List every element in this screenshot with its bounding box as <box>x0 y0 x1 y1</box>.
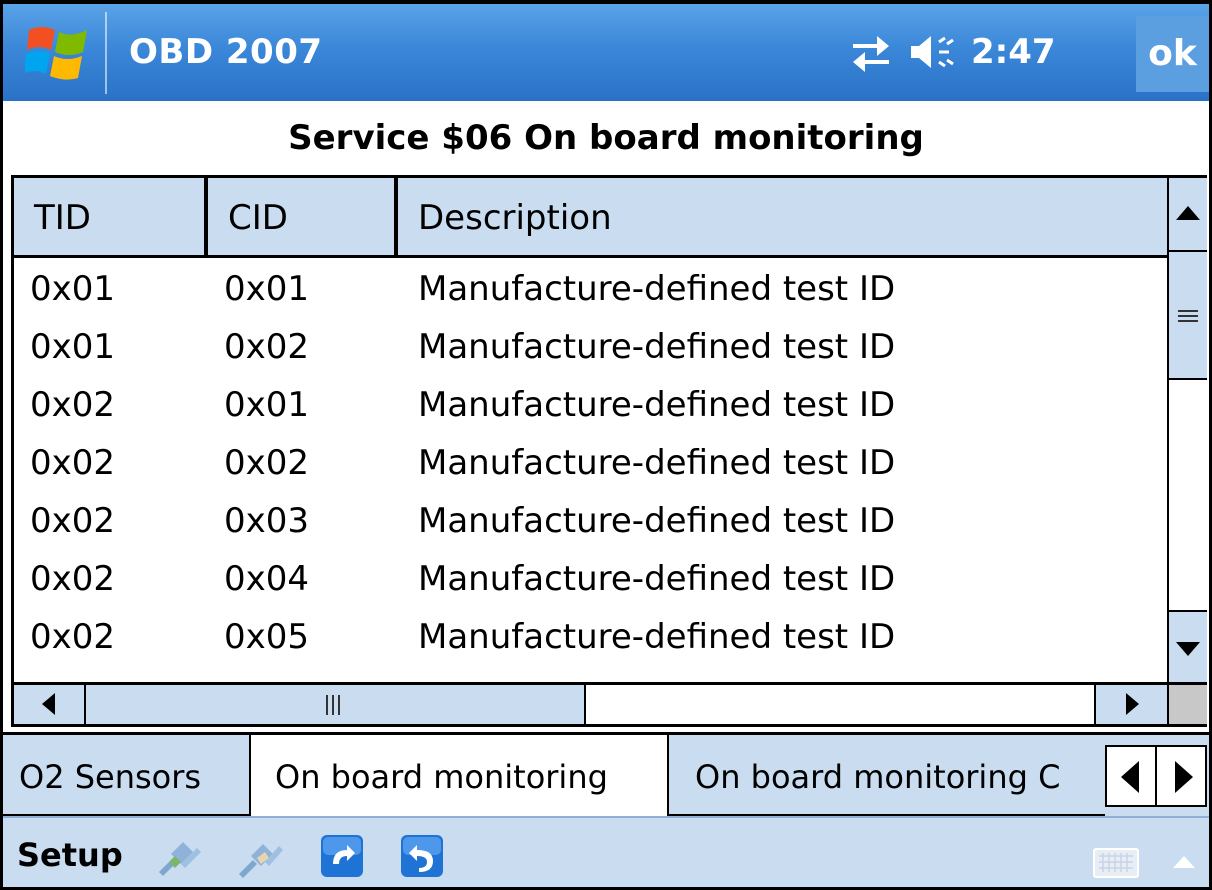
tab-strip: O2 Sensors On board monitoring On board … <box>3 732 1209 816</box>
scroll-right-button[interactable] <box>1094 685 1167 724</box>
table-row[interactable]: 0x02 0x03 Manufacture-defined test ID <box>14 492 1167 550</box>
disconnect-icon[interactable] <box>235 832 285 880</box>
vertical-scrollbar[interactable] <box>1167 178 1207 682</box>
cell-tid: 0x02 <box>30 559 116 599</box>
cell-tid: 0x01 <box>30 269 116 309</box>
cell-cid: 0x02 <box>224 327 310 367</box>
column-header-cid[interactable]: CID <box>208 178 398 255</box>
cell-cid: 0x02 <box>224 443 310 483</box>
cell-description: Manufacture-defined test ID <box>418 385 896 425</box>
table-body: 0x01 0x01 Manufacture-defined test ID 0x01… <box>14 260 1167 680</box>
results-table[interactable]: TID CID Description 0x01 0x01 Manufacture-… <box>11 175 1207 727</box>
arrow-right-icon <box>1126 693 1139 715</box>
connectivity-icon[interactable] <box>849 32 893 72</box>
table-row[interactable]: 0x02 0x05 Manufacture-defined test ID <box>14 608 1167 666</box>
horizontal-scroll-thumb[interactable] <box>86 685 586 724</box>
grip-icon <box>1178 310 1198 322</box>
cell-tid: 0x02 <box>30 617 116 657</box>
cell-description: Manufacture-defined test ID <box>418 617 896 657</box>
horizontal-scrollbar[interactable] <box>14 682 1167 724</box>
title-bar: OBD 2007 2:47 ok <box>3 4 1209 101</box>
menu-bar: Setup <box>3 816 1209 887</box>
cell-tid: 0x01 <box>30 327 116 367</box>
tab-scroll-left-button[interactable] <box>1105 745 1157 807</box>
ok-button[interactable]: ok <box>1136 16 1209 92</box>
cell-tid: 0x02 <box>30 443 116 483</box>
column-header-tid[interactable]: TID <box>14 178 208 255</box>
cell-cid: 0x01 <box>224 269 310 309</box>
volume-icon[interactable] <box>909 32 959 72</box>
keyboard-icon[interactable] <box>1093 848 1139 878</box>
device-screen: OBD 2007 2:47 ok Service $06 On board mo… <box>0 0 1212 890</box>
tab-o2-sensors[interactable]: O2 Sensors <box>3 735 251 816</box>
cell-description: Manufacture-defined test ID <box>418 559 896 599</box>
vertical-scroll-thumb[interactable] <box>1169 252 1207 380</box>
input-panel-arrow-icon[interactable] <box>1173 856 1195 868</box>
table-row[interactable]: 0x01 0x02 Manufacture-defined test ID <box>14 318 1167 376</box>
table-row[interactable]: 0x02 0x02 Manufacture-defined test ID <box>14 434 1167 492</box>
arrow-down-icon <box>1176 642 1200 656</box>
cell-tid: 0x02 <box>30 385 116 425</box>
table-header: TID CID Description <box>14 178 1167 258</box>
cell-tid: 0x02 <box>30 501 116 541</box>
arrow-left-icon <box>42 693 55 715</box>
tab-on-board-monitoring-c[interactable]: On board monitoring C <box>669 735 1105 816</box>
cell-cid: 0x05 <box>224 617 310 657</box>
app-title: OBD 2007 <box>129 32 323 72</box>
scroll-up-button[interactable] <box>1169 178 1207 252</box>
cell-cid: 0x01 <box>224 385 310 425</box>
arrow-up-icon <box>1176 206 1200 220</box>
scroll-left-button[interactable] <box>14 685 86 724</box>
table-row[interactable]: 0x02 0x04 Manufacture-defined test ID <box>14 550 1167 608</box>
arrow-right-icon <box>1175 761 1193 793</box>
table-row[interactable]: 0x01 0x01 Manufacture-defined test ID <box>14 260 1167 318</box>
cell-description: Manufacture-defined test ID <box>418 327 896 367</box>
cell-cid: 0x03 <box>224 501 310 541</box>
windows-start-icon[interactable] <box>25 22 91 84</box>
undo-icon[interactable] <box>397 832 447 880</box>
cell-description: Manufacture-defined test ID <box>418 443 896 483</box>
scroll-down-button[interactable] <box>1169 610 1207 682</box>
arrow-left-icon <box>1121 761 1139 793</box>
cell-description: Manufacture-defined test ID <box>418 501 896 541</box>
grip-icon <box>326 695 340 715</box>
page-title: Service $06 On board monitoring <box>3 101 1209 175</box>
setup-menu[interactable]: Setup <box>17 818 123 887</box>
scrollbar-corner <box>1167 682 1207 724</box>
connect-icon[interactable] <box>153 832 203 880</box>
refresh-icon[interactable] <box>317 832 367 880</box>
clock: 2:47 <box>971 32 1056 72</box>
tab-scroll-right-button[interactable] <box>1155 745 1207 807</box>
column-header-description[interactable]: Description <box>398 178 1167 255</box>
title-separator <box>105 12 107 94</box>
cell-description: Manufacture-defined test ID <box>418 269 896 309</box>
cell-cid: 0x04 <box>224 559 310 599</box>
tab-on-board-monitoring[interactable]: On board monitoring <box>251 735 669 816</box>
table-row[interactable]: 0x02 0x01 Manufacture-defined test ID <box>14 376 1167 434</box>
